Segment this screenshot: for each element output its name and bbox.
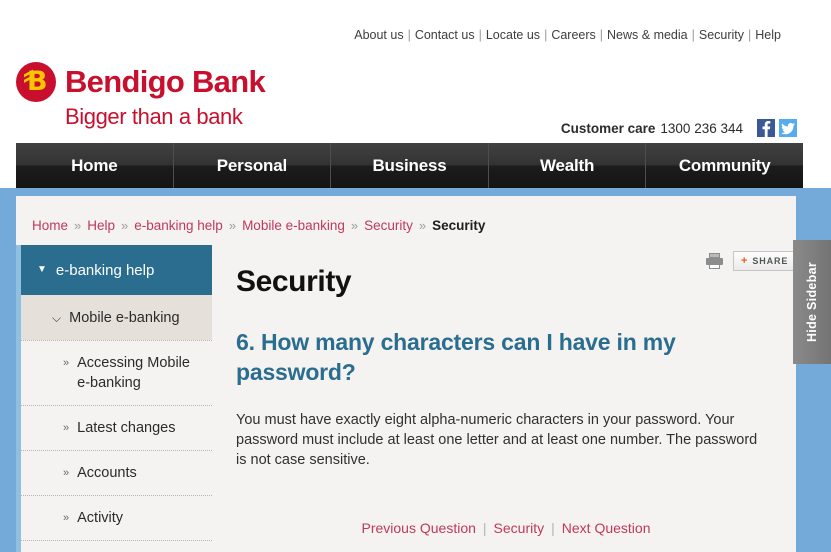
hide-sidebar-tab[interactable]: Hide Sidebar [793, 240, 831, 364]
utility-separator: | [407, 28, 411, 42]
question-nav-separator: | [482, 520, 487, 536]
customer-care-label: Customer care [560, 120, 656, 136]
double-chevron-right-icon: » [63, 422, 70, 434]
breadcrumb-item-security[interactable]: Security [364, 218, 413, 233]
nav-item-business[interactable]: Business [331, 143, 489, 188]
breadcrumb: Home » Help » e-banking help » Mobile e-bankin… [32, 218, 485, 233]
next-question-link[interactable]: Next Question [562, 520, 651, 536]
utility-separator: | [544, 28, 548, 42]
sidebar-item-label: Latest changes [77, 420, 176, 436]
double-chevron-right-icon: » [63, 357, 70, 369]
question-nav-separator: | [551, 520, 555, 536]
utility-link-help[interactable]: Help [755, 28, 781, 42]
breadcrumb-separator: » [350, 218, 359, 233]
brand-logo[interactable]: B Bendigo Bank Bigger than a bank [16, 62, 266, 130]
logo-row: B Bendigo Bank [16, 62, 266, 102]
breadcrumb-separator: » [418, 218, 427, 233]
sidebar-item-accounts[interactable]: » Accounts [21, 451, 212, 496]
breadcrumb-separator: » [74, 218, 82, 233]
breadcrumb-separator: » [228, 218, 237, 233]
nav-item-community[interactable]: Community [646, 143, 803, 188]
utility-link-contact-us[interactable]: Contact us [415, 28, 475, 42]
breadcrumb-separator: » [121, 218, 129, 233]
social-links [757, 119, 797, 137]
sidebar-header-ebanking-help[interactable]: ▼ e-banking help [16, 245, 212, 295]
customer-care-phone: 1300 236 344 [660, 120, 743, 136]
utility-link-security[interactable]: Security [699, 28, 744, 42]
question-nav: Previous Question | Security | Next Question [236, 520, 776, 536]
breadcrumb-item-home[interactable]: Home [32, 218, 68, 233]
double-chevron-right-icon: » [63, 512, 70, 524]
bendigo-bank-logo-icon: B [16, 62, 56, 102]
answer-body-text: You must have exactly eight alpha-numeri… [236, 412, 758, 468]
double-chevron-down-icon: ⌵ [52, 310, 62, 325]
breadcrumb-current: Security [432, 218, 486, 233]
sidebar-item-mobile-ebanking[interactable]: ⌵ Mobile e-banking [16, 295, 212, 340]
double-chevron-right-icon: » [63, 467, 70, 479]
utility-nav: About us | Contact us | Locate us | Careers | Ne… [354, 28, 781, 42]
page-root: About us | Contact us | Locate us | Careers | Ne… [0, 0, 831, 552]
sidebar-item-move-money[interactable]: » Move money [21, 541, 212, 552]
main-content: Security 6. How many characters can I ha… [236, 265, 776, 470]
facebook-icon[interactable] [757, 119, 775, 137]
sidebar-list: » Accessing Mobile e-banking » Latest ch… [16, 340, 212, 552]
sidebar-active-label: Mobile e-banking [69, 309, 180, 326]
main-nav: Home Personal Business Wealth Community [16, 143, 803, 188]
brand-tagline: Bigger than a bank [65, 104, 243, 129]
utility-link-careers[interactable]: Careers [551, 28, 595, 42]
utility-separator: | [748, 28, 752, 42]
sidebar-item-latest-changes[interactable]: » Latest changes [21, 406, 212, 451]
breadcrumb-item-mobile-ebanking[interactable]: Mobile e-banking [242, 218, 345, 233]
utility-separator: | [691, 28, 695, 42]
brand-name: Bendigo Bank [65, 64, 266, 99]
breadcrumb-item-ebanking-help[interactable]: e-banking help [134, 218, 223, 233]
hide-sidebar-label: Hide Sidebar [805, 261, 819, 342]
utility-separator: | [599, 28, 604, 42]
previous-question-link[interactable]: Previous Question [362, 520, 476, 536]
question-heading: 6. How many characters can I have in my … [236, 329, 676, 385]
twitter-icon[interactable] [779, 119, 797, 137]
utility-separator: | [478, 28, 482, 42]
breadcrumb-item-help[interactable]: Help [87, 218, 115, 233]
triangle-down-icon: ▼ [37, 264, 47, 275]
security-index-link[interactable]: Security [494, 520, 545, 536]
sidebar: ▼ e-banking help ⌵ Mobile e-banking » Ac… [16, 245, 212, 552]
customer-care: Customer care 1300 236 344 [561, 119, 797, 137]
utility-link-news-media[interactable]: News & media [607, 28, 688, 42]
nav-item-wealth[interactable]: Wealth [489, 143, 647, 188]
nav-item-personal[interactable]: Personal [174, 143, 332, 188]
sidebar-item-accessing-mobile-ebanking[interactable]: » Accessing Mobile e-banking [21, 340, 212, 406]
sidebar-item-label: Accessing Mobile e-banking [77, 355, 190, 391]
sidebar-item-label: Accounts [77, 465, 137, 481]
utility-link-about-us[interactable]: About us [354, 28, 403, 42]
utility-link-locate-us[interactable]: Locate us [486, 28, 540, 42]
page-title: Security [236, 265, 352, 298]
nav-item-home[interactable]: Home [16, 143, 174, 188]
sidebar-header-label: e-banking help [55, 261, 155, 279]
sidebar-item-label: Activity [77, 510, 124, 526]
sidebar-item-activity[interactable]: » Activity [21, 496, 212, 541]
